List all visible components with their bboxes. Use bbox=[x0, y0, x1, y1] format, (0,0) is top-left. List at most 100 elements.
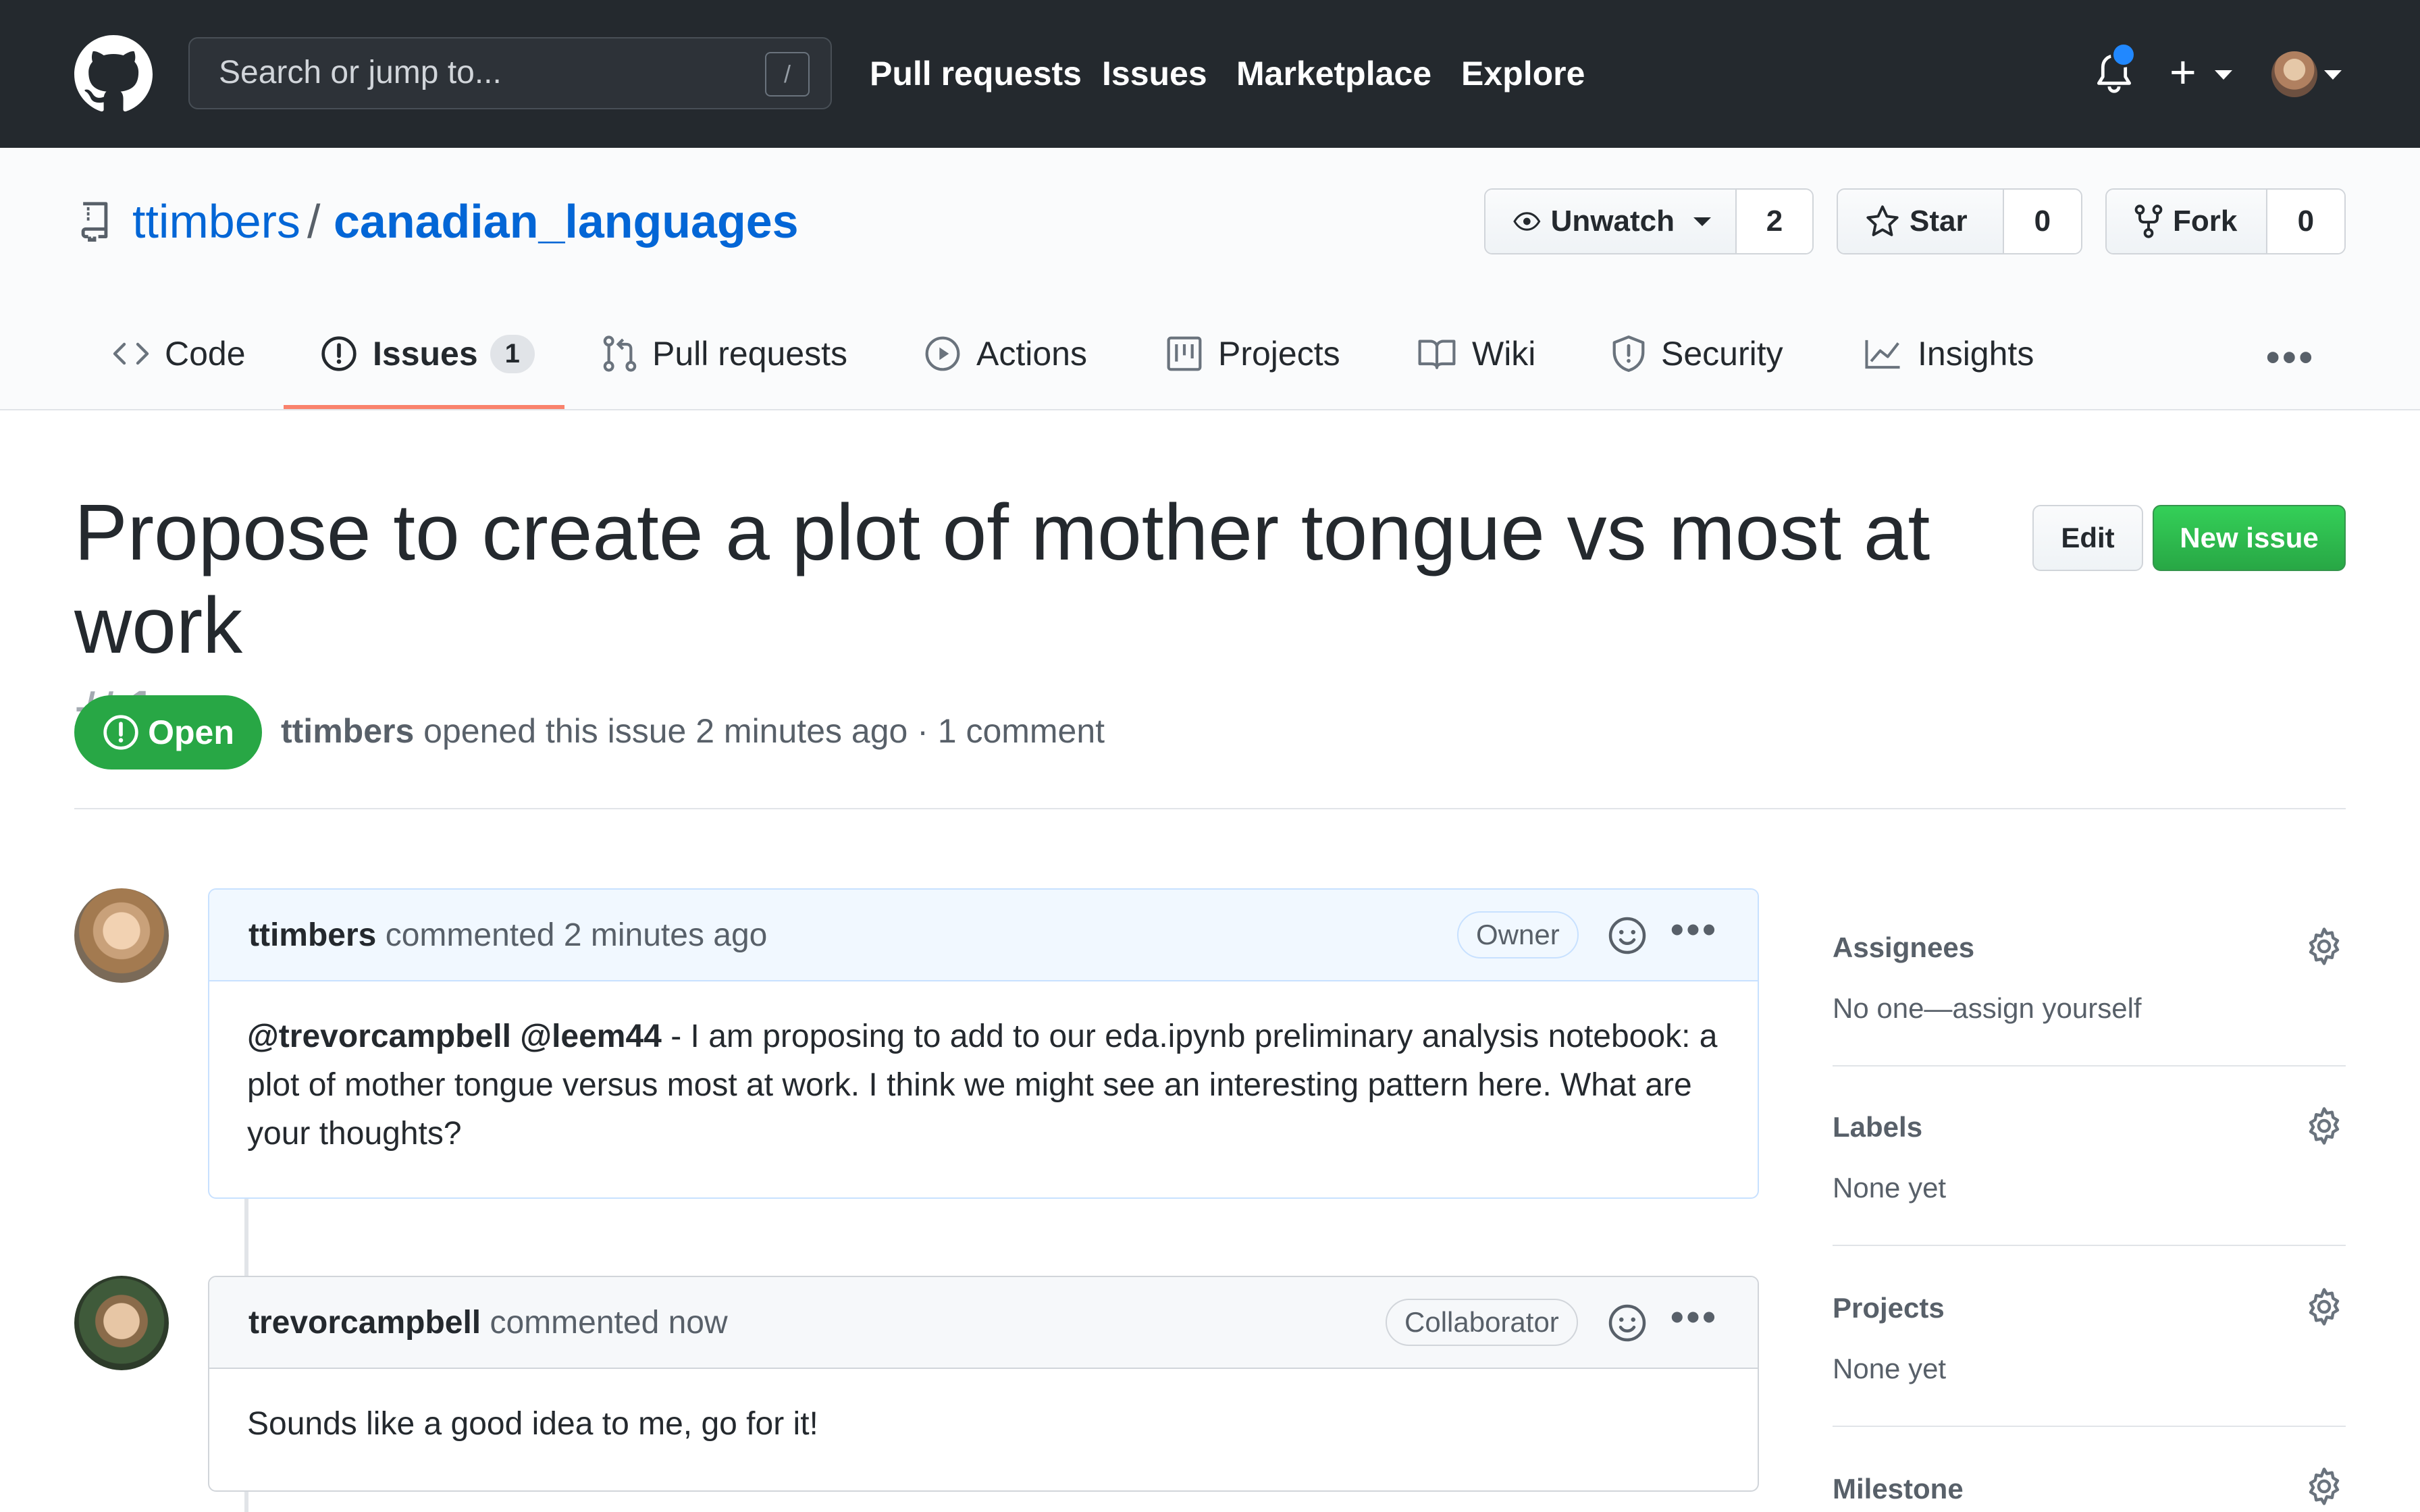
issues-counter: 1 bbox=[490, 334, 535, 373]
issue-opened-icon bbox=[103, 715, 138, 750]
edit-title-button[interactable]: Edit bbox=[2032, 505, 2143, 571]
assignees-gear-icon[interactable] bbox=[2304, 926, 2344, 967]
comment-meta: trevorcampbell commented now bbox=[248, 1304, 728, 1341]
tab-wiki[interactable]: Wiki bbox=[1417, 325, 1535, 382]
active-tab-indicator bbox=[284, 405, 564, 409]
tab-insights[interactable]: Insights bbox=[1864, 325, 2034, 382]
tab-projects[interactable]: Projects bbox=[1165, 325, 1340, 382]
repo-owner-link[interactable]: ttimbers bbox=[132, 194, 300, 248]
sidebar-projects-heading[interactable]: Projects bbox=[1833, 1292, 1945, 1324]
header-divider bbox=[74, 808, 2346, 809]
tab-actions-label: Actions bbox=[976, 335, 1087, 373]
comment-author-avatar[interactable] bbox=[74, 1276, 169, 1370]
sidebar-labels-value: None yet bbox=[1833, 1172, 1947, 1204]
search-shortcut-key: / bbox=[765, 52, 810, 97]
comment-timestamp[interactable]: commented 2 minutes ago bbox=[386, 917, 768, 953]
book-icon bbox=[1418, 340, 1456, 369]
notification-indicator bbox=[2111, 42, 2136, 68]
issue-author-link[interactable]: ttimbers bbox=[281, 712, 414, 750]
tab-projects-label: Projects bbox=[1218, 335, 1340, 373]
comment-mentions[interactable]: @trevorcampbell @leem44 bbox=[247, 1019, 662, 1054]
comment-author-link[interactable]: trevorcampbell bbox=[248, 1305, 481, 1341]
repo-icon bbox=[81, 202, 108, 242]
tab-wiki-label: Wiki bbox=[1472, 335, 1536, 373]
topnav-issues[interactable]: Issues bbox=[1102, 54, 1207, 93]
eye-icon bbox=[1513, 212, 1541, 231]
tab-actions[interactable]: Actions bbox=[924, 325, 1087, 382]
issue-meta-text: opened this issue 2 minutes ago · 1 comm… bbox=[423, 712, 1105, 750]
comment-author-avatar[interactable] bbox=[74, 888, 169, 983]
add-reaction-smiley-icon[interactable] bbox=[1607, 1303, 1648, 1343]
tab-pull-requests[interactable]: Pull requests bbox=[602, 325, 847, 382]
author-role-badge: Collaborator bbox=[1386, 1299, 1578, 1346]
tab-issues-label: Issues bbox=[373, 335, 478, 373]
topnav-explore[interactable]: Explore bbox=[1461, 54, 1585, 93]
graph-icon bbox=[1865, 340, 1900, 369]
more-tabs-kebab-icon[interactable]: ••• bbox=[2266, 335, 2315, 380]
tab-security[interactable]: Security bbox=[1611, 325, 1783, 382]
github-logo-icon[interactable] bbox=[74, 35, 153, 113]
sidebar-divider bbox=[1833, 1245, 2346, 1246]
sidebar-assignees-value[interactable]: No one—assign yourself bbox=[1833, 992, 2142, 1025]
issue-meta: ttimbers opened this issue 2 minutes ago… bbox=[281, 711, 1105, 751]
watchers-count[interactable]: 2 bbox=[1737, 190, 1812, 253]
unwatch-button[interactable]: Unwatch bbox=[1485, 190, 1737, 253]
comment-header: ttimbers commented 2 minutes ago Owner •… bbox=[209, 890, 1758, 981]
user-menu-caret-icon[interactable] bbox=[2324, 70, 2342, 80]
sidebar-assignees-heading[interactable]: Assignees bbox=[1833, 932, 1974, 964]
comment-text: Sounds like a good idea to me, go for it… bbox=[247, 1406, 818, 1442]
topnav-marketplace[interactable]: Marketplace bbox=[1236, 54, 1431, 93]
comment-meta: ttimbers commented 2 minutes ago bbox=[248, 917, 767, 954]
tab-insights-label: Insights bbox=[1918, 335, 2034, 373]
fork-icon bbox=[2134, 205, 2163, 238]
comment-author-link[interactable]: ttimbers bbox=[248, 917, 376, 953]
sidebar-projects-value: None yet bbox=[1833, 1353, 1947, 1384]
tab-issues[interactable]: Issues 1 bbox=[320, 325, 535, 382]
author-role-badge: Owner bbox=[1457, 911, 1579, 959]
repo-name-link[interactable]: canadian_languages bbox=[334, 194, 799, 248]
unwatch-label: Unwatch bbox=[1550, 205, 1675, 238]
comment-options-kebab-icon[interactable]: ••• bbox=[1671, 907, 1718, 951]
comment-timestamp[interactable]: commented now bbox=[490, 1305, 727, 1341]
topnav-pull-requests[interactable]: Pull requests bbox=[870, 54, 1082, 93]
comment-card: ttimbers commented 2 minutes ago Owner •… bbox=[208, 888, 1759, 1199]
repo-path-separator: / bbox=[307, 195, 321, 248]
project-board-icon bbox=[1167, 336, 1202, 371]
comment-options-kebab-icon[interactable]: ••• bbox=[1671, 1295, 1718, 1339]
issue-title-text: Propose to create a plot of mother tongu… bbox=[74, 488, 1930, 670]
user-avatar-menu[interactable] bbox=[2271, 51, 2317, 97]
add-reaction-smiley-icon[interactable] bbox=[1607, 915, 1648, 956]
projects-gear-icon[interactable] bbox=[2304, 1287, 2344, 1327]
new-issue-button[interactable]: New issue bbox=[2153, 505, 2346, 571]
forks-count[interactable]: 0 bbox=[2267, 190, 2344, 253]
comment-body: Sounds like a good idea to me, go for it… bbox=[247, 1400, 1733, 1449]
issue-state-badge: Open bbox=[74, 695, 262, 770]
star-button-group: Star 0 bbox=[1837, 188, 2082, 254]
fork-button-group: Fork 0 bbox=[2105, 188, 2346, 254]
sidebar-milestone-heading[interactable]: Milestone bbox=[1833, 1473, 1964, 1505]
comment-card: trevorcampbell commented now Collaborato… bbox=[208, 1276, 1759, 1492]
shield-icon bbox=[1612, 335, 1645, 372]
stargazers-count[interactable]: 0 bbox=[2003, 190, 2081, 253]
play-icon bbox=[925, 336, 960, 371]
star-label: Star bbox=[1910, 205, 1968, 238]
sidebar-divider bbox=[1833, 1426, 2346, 1427]
issue-opened-icon bbox=[321, 336, 357, 371]
watch-button-group: Unwatch 2 bbox=[1484, 188, 1814, 254]
labels-gear-icon[interactable] bbox=[2304, 1106, 2344, 1146]
comment-body: @trevorcampbell @leem44 - I am proposing… bbox=[247, 1013, 1733, 1158]
tab-pull-requests-label: Pull requests bbox=[652, 335, 848, 373]
fork-button[interactable]: Fork bbox=[2107, 190, 2267, 253]
issue-state-label: Open bbox=[148, 713, 234, 751]
star-button[interactable]: Star bbox=[1838, 190, 2004, 253]
watch-caret-icon bbox=[1693, 217, 1711, 226]
sidebar-divider bbox=[1833, 1065, 2346, 1066]
create-new-caret-icon[interactable] bbox=[2215, 70, 2232, 80]
tab-code-label: Code bbox=[165, 335, 246, 373]
create-new-plus-icon[interactable]: + bbox=[2169, 49, 2197, 95]
sidebar-labels-heading[interactable]: Labels bbox=[1833, 1111, 1922, 1143]
milestone-gear-icon[interactable] bbox=[2304, 1466, 2344, 1507]
code-icon bbox=[113, 342, 149, 365]
tab-code[interactable]: Code bbox=[112, 325, 246, 382]
comment-header: trevorcampbell commented now Collaborato… bbox=[209, 1277, 1758, 1369]
